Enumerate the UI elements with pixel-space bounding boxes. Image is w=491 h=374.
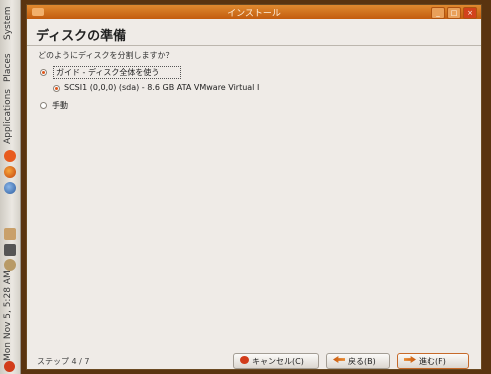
partition-question: どのようにディスクを分割しますか？ — [38, 51, 174, 60]
title-bar[interactable]: インストール _ □ × — [27, 5, 481, 19]
back-button[interactable]: 戻る(B) — [326, 353, 390, 369]
system-menu[interactable]: System — [3, 6, 13, 40]
forward-label: 進む(F) — [419, 357, 446, 366]
close-button[interactable]: × — [463, 7, 477, 19]
forward-arrow-icon — [404, 356, 416, 363]
network-icon[interactable] — [4, 228, 16, 240]
back-label: 戻る(B) — [348, 357, 376, 366]
maximize-button[interactable]: □ — [447, 7, 461, 19]
help-icon[interactable] — [4, 182, 16, 194]
clock[interactable]: Mon Nov 5, 5:28 AM — [3, 270, 13, 361]
back-arrow-icon — [333, 356, 345, 363]
minimize-button[interactable]: _ — [431, 7, 445, 19]
manual-radio[interactable] — [40, 102, 47, 109]
divider — [27, 45, 481, 46]
cancel-button[interactable]: キャンセル(C) — [233, 353, 319, 369]
disk-radio[interactable] — [53, 85, 60, 92]
firefox-icon[interactable] — [4, 166, 16, 178]
ubuntu-logo-icon[interactable] — [4, 150, 16, 162]
disk-label[interactable]: SCSI1 (0,0,0) (sda) - 8.6 GB ATA VMware … — [64, 83, 259, 92]
applications-menu[interactable]: Applications — [3, 89, 13, 144]
cancel-label: キャンセル(C) — [252, 357, 304, 366]
guided-radio[interactable] — [40, 69, 47, 76]
window-title: インストール — [227, 9, 281, 19]
cancel-icon — [240, 356, 249, 364]
step-indicator: ステップ 4 / 7 — [37, 357, 90, 366]
installer-window: インストール _ □ × ディスクの準備 どのようにディスクを分割しますか？ ガ… — [26, 4, 482, 370]
places-menu[interactable]: Places — [3, 53, 13, 82]
page-title: ディスクの準備 — [36, 29, 127, 44]
display-icon[interactable] — [4, 244, 16, 256]
forward-button[interactable]: 進む(F) — [397, 353, 469, 369]
side-panel: System Places Applications Mon Nov 5, 5:… — [0, 0, 21, 374]
guided-label[interactable]: ガイド - ディスク全体を使う — [56, 67, 159, 78]
manual-label[interactable]: 手動 — [52, 100, 68, 111]
volume-icon[interactable] — [4, 259, 16, 271]
power-icon[interactable] — [4, 361, 15, 372]
